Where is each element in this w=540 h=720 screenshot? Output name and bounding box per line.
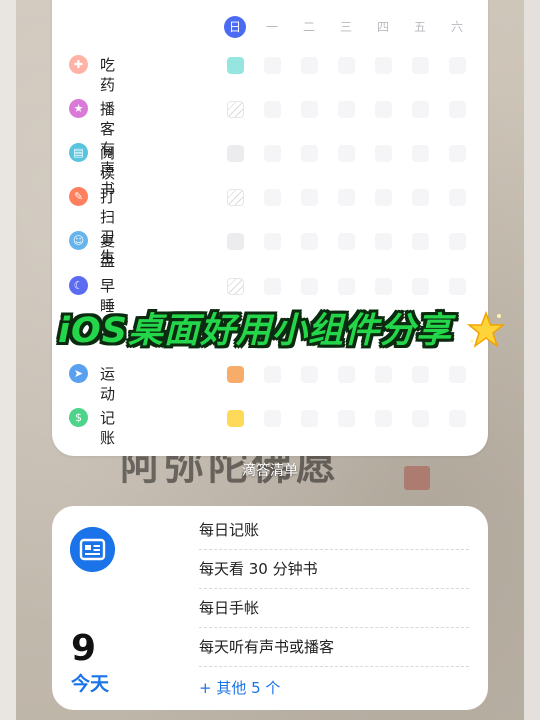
habit-name: 记账 <box>100 409 116 447</box>
banner-title: iOS桌面好用小组件分享 <box>58 311 452 351</box>
habit-check-cell[interactable] <box>449 233 466 250</box>
money-icon: $ <box>69 408 88 427</box>
habit-check-cell[interactable] <box>338 278 355 295</box>
weekday-fri: 五 <box>413 20 426 34</box>
widget-caption: 滴答清单 <box>242 463 298 479</box>
weekday-tue: 二 <box>302 20 315 34</box>
habit-check-cell[interactable] <box>264 278 281 295</box>
todo-item[interactable]: 每日记账 <box>199 511 469 550</box>
habit-check-cell[interactable] <box>412 101 429 118</box>
weekday-wed: 三 <box>339 20 352 34</box>
moon-icon: ☾ <box>69 276 88 295</box>
habit-check-cell[interactable] <box>412 189 429 206</box>
weekday-sun: 日 <box>224 16 246 38</box>
habit-check-cell[interactable] <box>338 410 355 427</box>
habit-check-cell[interactable] <box>338 233 355 250</box>
screen-edge-left <box>0 0 16 720</box>
habit-check-cell-today[interactable] <box>227 145 244 162</box>
habit-check-cell[interactable] <box>338 145 355 162</box>
todo-item[interactable]: 每日手帐 <box>199 589 469 628</box>
habit-check-cell[interactable] <box>412 57 429 74</box>
sparkle-star-icon <box>466 310 506 348</box>
habit-check-cell[interactable] <box>301 410 318 427</box>
habit-check-cell[interactable] <box>375 145 392 162</box>
habit-check-cell-today[interactable] <box>227 278 244 295</box>
date-number: 9 <box>71 628 97 669</box>
todo-widget[interactable]: 9 今天 每日记账 每天看 30 分钟书 每日手帐 每天听有声书或播客 + 其他… <box>52 506 488 710</box>
habit-check-cell[interactable] <box>412 233 429 250</box>
todo-item[interactable]: 每天听有声书或播客 <box>199 628 469 667</box>
habit-check-cell[interactable] <box>412 278 429 295</box>
habit-check-cell[interactable] <box>449 145 466 162</box>
habit-check-cell[interactable] <box>264 233 281 250</box>
habit-check-cell[interactable] <box>449 410 466 427</box>
broom-icon: ✎ <box>69 187 88 206</box>
habit-name: 阅读 <box>100 144 116 182</box>
habit-name: 复盘 <box>100 232 116 270</box>
habit-tracker-widget[interactable]: 日 一 二 三 四 五 六 ✚ 吃药 ★ 播客有声书 ▤ 阅读 ✎ 打扫卫生 ☺ 复盘 ☾ 早睡 ➤ 运动… <box>52 0 488 456</box>
habit-check-cell-today[interactable] <box>227 410 244 427</box>
habit-name: 运动 <box>100 365 116 403</box>
habit-check-cell-today[interactable] <box>227 189 244 206</box>
habit-check-cell-today[interactable] <box>227 57 244 74</box>
weekday-mon: 一 <box>265 20 278 34</box>
habit-name: 吃药 <box>100 56 116 94</box>
habit-check-cell[interactable] <box>301 278 318 295</box>
habit-check-cell[interactable] <box>412 410 429 427</box>
habit-check-cell[interactable] <box>264 366 281 383</box>
habit-check-cell[interactable] <box>301 101 318 118</box>
habit-check-cell[interactable] <box>338 57 355 74</box>
calendar-card-icon <box>70 527 115 572</box>
face-icon: ☺ <box>69 231 88 250</box>
habit-check-cell-today[interactable] <box>227 366 244 383</box>
habit-check-cell[interactable] <box>412 145 429 162</box>
pill-icon: ✚ <box>69 55 88 74</box>
todo-item[interactable]: 每天看 30 分钟书 <box>199 550 469 589</box>
more-items-link[interactable]: + 其他 5 个 <box>199 670 280 706</box>
habit-check-cell[interactable] <box>264 101 281 118</box>
weekday-thu: 四 <box>376 20 389 34</box>
habit-check-cell[interactable] <box>375 101 392 118</box>
habit-check-cell[interactable] <box>301 366 318 383</box>
habit-check-cell[interactable] <box>264 57 281 74</box>
habit-check-cell[interactable] <box>449 278 466 295</box>
habit-check-cell[interactable] <box>301 57 318 74</box>
habit-check-cell[interactable] <box>449 101 466 118</box>
habit-check-cell[interactable] <box>338 189 355 206</box>
habit-check-cell-today[interactable] <box>227 101 244 118</box>
habit-check-cell[interactable] <box>449 189 466 206</box>
habit-check-cell[interactable] <box>375 410 392 427</box>
habit-check-cell[interactable] <box>301 145 318 162</box>
habit-check-cell[interactable] <box>375 57 392 74</box>
book-icon: ▤ <box>69 143 88 162</box>
habit-check-cell[interactable] <box>375 366 392 383</box>
star-icon: ★ <box>69 99 88 118</box>
habit-check-cell[interactable] <box>301 233 318 250</box>
habit-check-cell[interactable] <box>449 366 466 383</box>
weekday-sat: 六 <box>450 20 463 34</box>
habit-check-cell[interactable] <box>264 410 281 427</box>
habit-check-cell-today[interactable] <box>227 233 244 250</box>
screen-edge-right <box>524 0 540 720</box>
habit-check-cell[interactable] <box>338 366 355 383</box>
habit-check-cell[interactable] <box>338 101 355 118</box>
date-label: 今天 <box>71 673 110 695</box>
habit-check-cell[interactable] <box>264 189 281 206</box>
runner-icon: ➤ <box>69 364 88 383</box>
habit-check-cell[interactable] <box>375 233 392 250</box>
habit-check-cell[interactable] <box>264 145 281 162</box>
habit-check-cell[interactable] <box>301 189 318 206</box>
habit-check-cell[interactable] <box>375 189 392 206</box>
habit-check-cell[interactable] <box>412 366 429 383</box>
habit-check-cell[interactable] <box>375 278 392 295</box>
habit-check-cell[interactable] <box>449 57 466 74</box>
